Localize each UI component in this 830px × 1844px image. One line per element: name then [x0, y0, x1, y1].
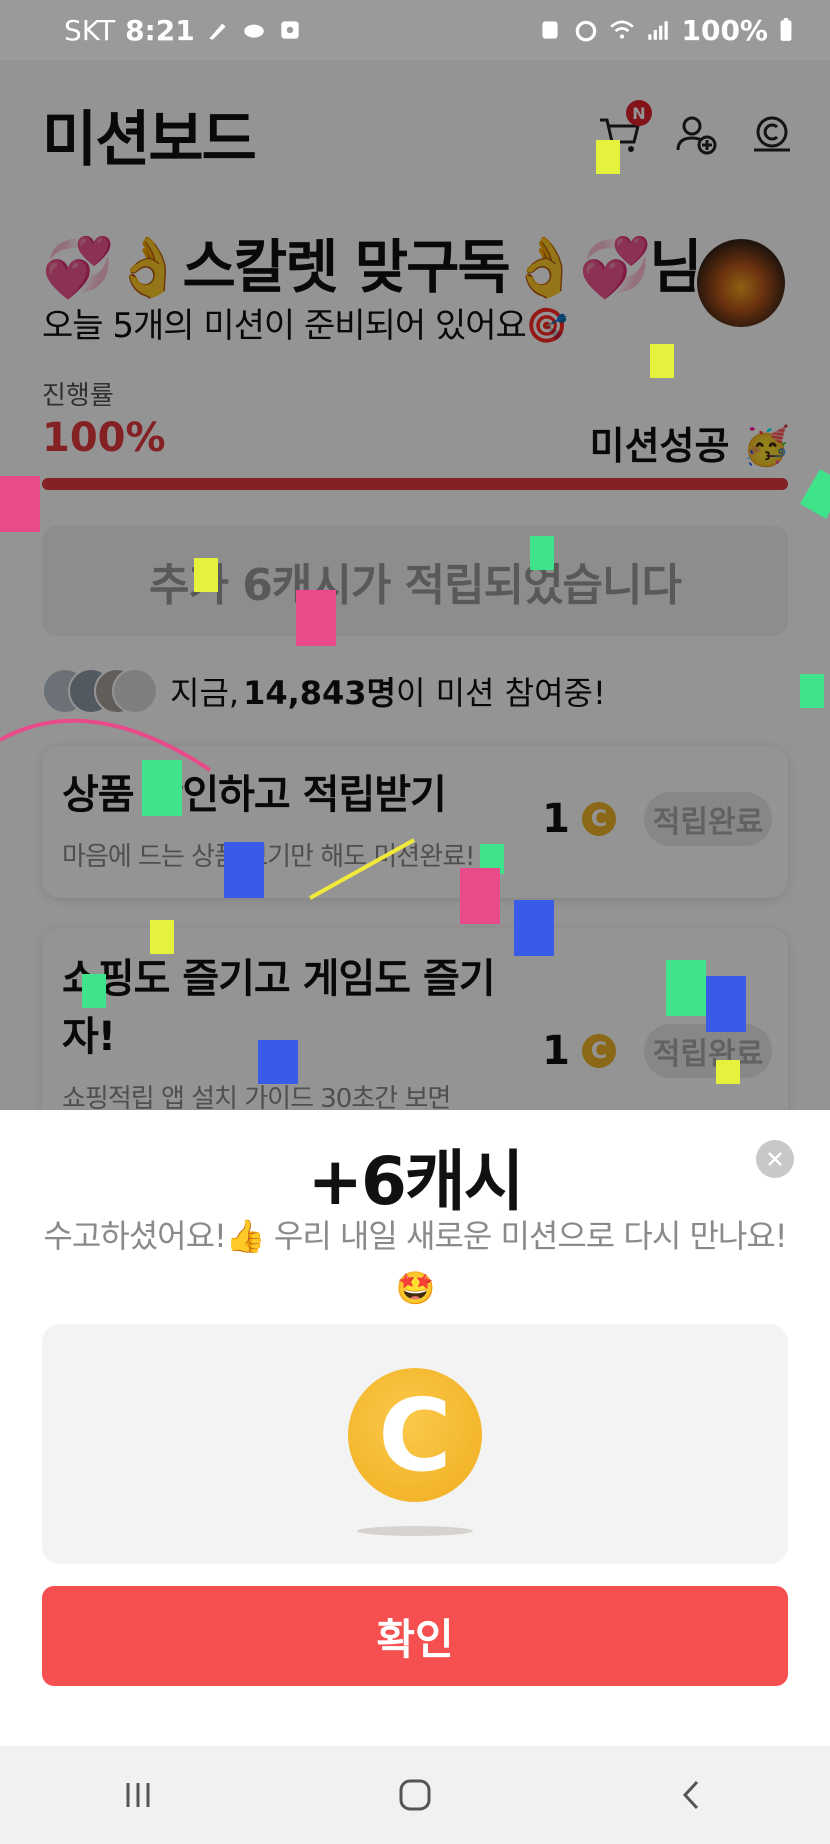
alarm-icon [576, 20, 597, 42]
big-coin-icon: C [348, 1368, 482, 1502]
app-icon [281, 21, 299, 39]
wifi-icon [610, 20, 635, 39]
home-button[interactable] [375, 1765, 455, 1825]
status-time: 8:21 [125, 13, 195, 47]
close-icon [768, 1152, 782, 1166]
system-nav-bar [0, 1746, 830, 1844]
battery-percent: 100% [681, 13, 768, 47]
modal-overlay[interactable] [0, 60, 830, 1110]
recents-button[interactable] [98, 1765, 178, 1825]
close-button[interactable] [756, 1140, 794, 1178]
back-icon [682, 1780, 698, 1810]
recents-icon [126, 1783, 150, 1807]
reward-bottom-sheet: +6캐시 수고하셨어요!👍 우리 내일 새로운 미션으로 다시 만나요!🤩 C … [0, 1110, 830, 1746]
back-button[interactable] [652, 1765, 732, 1825]
sheet-message: 수고하셨어요!👍 우리 내일 새로운 미션으로 다시 만나요!🤩 [43, 1217, 787, 1307]
signal-icon [648, 21, 669, 40]
coin-shadow [357, 1526, 473, 1536]
confirm-button[interactable]: 확인 [42, 1586, 788, 1686]
coin-card: C [42, 1324, 788, 1564]
pen-icon [209, 23, 226, 40]
carrier-label: SKT [64, 13, 116, 47]
home-icon [399, 1779, 431, 1811]
status-bar: SKT 8:21 100% [0, 0, 830, 60]
recycle-icon [542, 21, 559, 39]
battery-icon [780, 18, 792, 41]
cloud-icon [243, 24, 264, 38]
